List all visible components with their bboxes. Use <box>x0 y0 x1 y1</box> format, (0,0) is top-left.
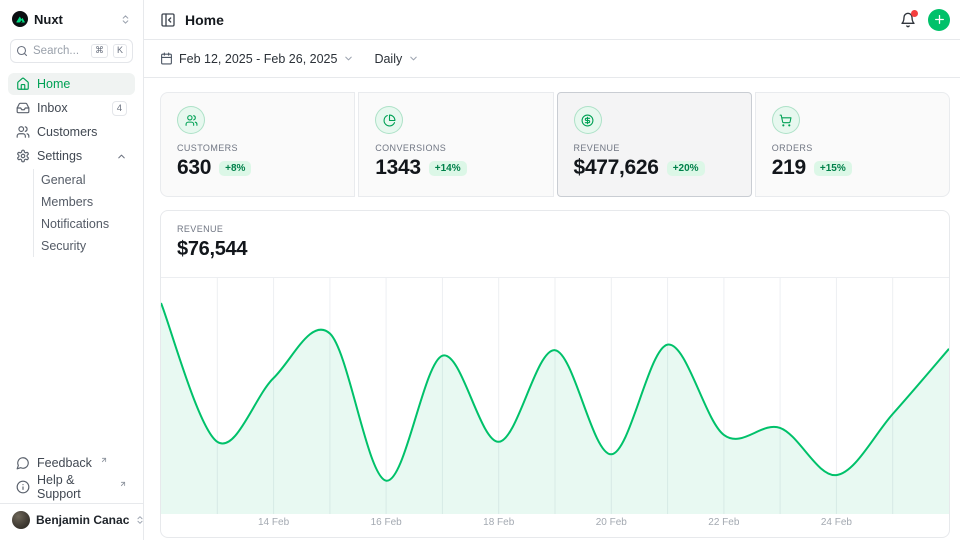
chart-value: $76,544 <box>177 238 933 261</box>
stat-value: 1343 <box>375 156 421 180</box>
stat-value: 630 <box>177 156 211 180</box>
sidebar-subitem-notifications[interactable]: Notifications <box>34 213 135 235</box>
notifications-button[interactable] <box>900 12 916 28</box>
sidebar-toggle-button[interactable] <box>160 12 176 28</box>
sidebar-item-inbox[interactable]: Inbox 4 <box>8 97 135 119</box>
settings-sub-list: General Members Notifications Security <box>33 169 135 257</box>
chart-plot-area[interactable]: 14 Feb 16 Feb 18 Feb 20 Feb 22 Feb 24 Feb <box>161 278 949 537</box>
users-icon <box>177 106 205 134</box>
sidebar: Nuxt Search... ⌘ K Home <box>0 0 144 540</box>
x-axis-label: 20 Feb <box>596 517 627 528</box>
chart-title: REVENUE <box>177 224 933 234</box>
message-circle-icon <box>16 456 30 470</box>
users-icon <box>16 125 30 139</box>
x-axis-label: 16 Feb <box>371 517 402 528</box>
x-axis-label: 18 Feb <box>483 517 514 528</box>
x-axis-label: 22 Feb <box>708 517 739 528</box>
avatar <box>12 511 30 529</box>
topbar-actions <box>900 9 950 31</box>
sidebar-item-customers[interactable]: Customers <box>8 121 135 143</box>
arrow-up-right-icon <box>119 480 127 488</box>
date-range-label: Feb 12, 2025 - Feb 26, 2025 <box>179 52 337 66</box>
stat-label: CUSTOMERS <box>177 143 338 153</box>
user-menu[interactable]: Benjamin Canac <box>0 503 143 536</box>
main-area: Home Feb 12, 2025 - Feb 26, 2025 <box>144 0 960 540</box>
x-axis-label: 24 Feb <box>821 517 852 528</box>
stat-card-orders[interactable]: ORDERS 219 +15% <box>755 92 950 197</box>
search-placeholder: Search... <box>33 45 86 57</box>
app-window: Nuxt Search... ⌘ K Home <box>0 0 960 540</box>
content: CUSTOMERS 630 +8% CONVERSIONS 1343 +14% <box>144 78 960 540</box>
search-icon <box>16 45 28 57</box>
workspace-name: Nuxt <box>34 12 114 27</box>
sidebar-item-label: Customers <box>37 125 97 139</box>
page-title: Home <box>185 12 224 28</box>
revenue-chart-svg <box>161 278 949 514</box>
workspace-switcher[interactable]: Nuxt <box>8 8 135 30</box>
sidebar-subitem-security[interactable]: Security <box>34 235 135 257</box>
sidebar-item-help-support[interactable]: Help & Support <box>8 476 135 498</box>
sidebar-item-settings[interactable]: Settings <box>8 145 135 167</box>
stat-delta-badge: +20% <box>667 161 705 176</box>
sidebar-item-home[interactable]: Home <box>8 73 135 95</box>
sidebar-footer-nav: Feedback Help & Support <box>8 452 135 498</box>
shopping-cart-icon <box>772 106 800 134</box>
chevron-down-icon <box>408 53 419 64</box>
sidebar-nav: Home Inbox 4 Customers Settings <box>8 73 135 257</box>
sidebar-subitem-members[interactable]: Members <box>34 191 135 213</box>
stat-delta-badge: +14% <box>429 161 467 176</box>
period-label: Daily <box>374 52 402 66</box>
sidebar-spacer <box>8 257 135 452</box>
revenue-chart-card: REVENUE $76,544 14 Feb 16 Feb 18 Feb 20 Feb… <box>160 210 950 538</box>
user-name: Benjamin Canac <box>36 513 129 527</box>
x-axis-label: 14 Feb <box>258 517 289 528</box>
chart-header: REVENUE $76,544 <box>161 211 949 278</box>
stat-label: REVENUE <box>574 143 735 153</box>
notification-dot <box>911 10 918 17</box>
gear-icon <box>16 149 30 163</box>
add-button[interactable] <box>928 9 950 31</box>
stat-value: 219 <box>772 156 806 180</box>
topbar: Home <box>144 0 960 40</box>
kbd-k: K <box>113 44 127 58</box>
x-axis: 14 Feb 16 Feb 18 Feb 20 Feb 22 Feb 24 Feb <box>161 512 949 537</box>
date-range-picker[interactable]: Feb 12, 2025 - Feb 26, 2025 <box>160 52 354 66</box>
stat-value: $477,626 <box>574 156 659 180</box>
stat-card-revenue[interactable]: REVENUE $477,626 +20% <box>557 92 752 197</box>
search-input[interactable]: Search... ⌘ K <box>10 39 133 63</box>
sidebar-item-label: Help & Support <box>37 473 111 501</box>
stat-card-customers[interactable]: CUSTOMERS 630 +8% <box>160 92 355 197</box>
sidebar-item-label: Home <box>37 77 70 91</box>
stat-card-conversions[interactable]: CONVERSIONS 1343 +14% <box>358 92 553 197</box>
stats-row: CUSTOMERS 630 +8% CONVERSIONS 1343 +14% <box>160 92 950 197</box>
nuxt-logo-icon <box>12 11 28 27</box>
chevron-down-icon <box>343 53 354 64</box>
house-icon <box>16 77 30 91</box>
sidebar-item-feedback[interactable]: Feedback <box>8 452 135 474</box>
sidebar-subitem-general[interactable]: General <box>34 169 135 191</box>
info-circle-icon <box>16 480 30 494</box>
circle-dollar-icon <box>574 106 602 134</box>
calendar-icon <box>160 52 173 65</box>
chart-pie-icon <box>375 106 403 134</box>
stat-delta-badge: +15% <box>814 161 852 176</box>
stat-label: CONVERSIONS <box>375 143 536 153</box>
arrow-up-right-icon <box>100 456 108 464</box>
sidebar-item-label: Settings <box>37 149 82 163</box>
period-select[interactable]: Daily <box>374 52 419 66</box>
sidebar-item-label: Feedback <box>37 456 92 470</box>
stat-label: ORDERS <box>772 143 933 153</box>
inbox-icon <box>16 101 30 115</box>
sidebar-item-label: Inbox <box>37 101 68 115</box>
inbox-count-badge: 4 <box>112 101 127 116</box>
chevrons-up-down-icon <box>120 14 131 25</box>
kbd-cmd: ⌘ <box>91 44 108 58</box>
stat-delta-badge: +8% <box>219 161 251 176</box>
chevron-up-icon <box>116 151 127 162</box>
toolbar: Feb 12, 2025 - Feb 26, 2025 Daily <box>144 40 960 78</box>
